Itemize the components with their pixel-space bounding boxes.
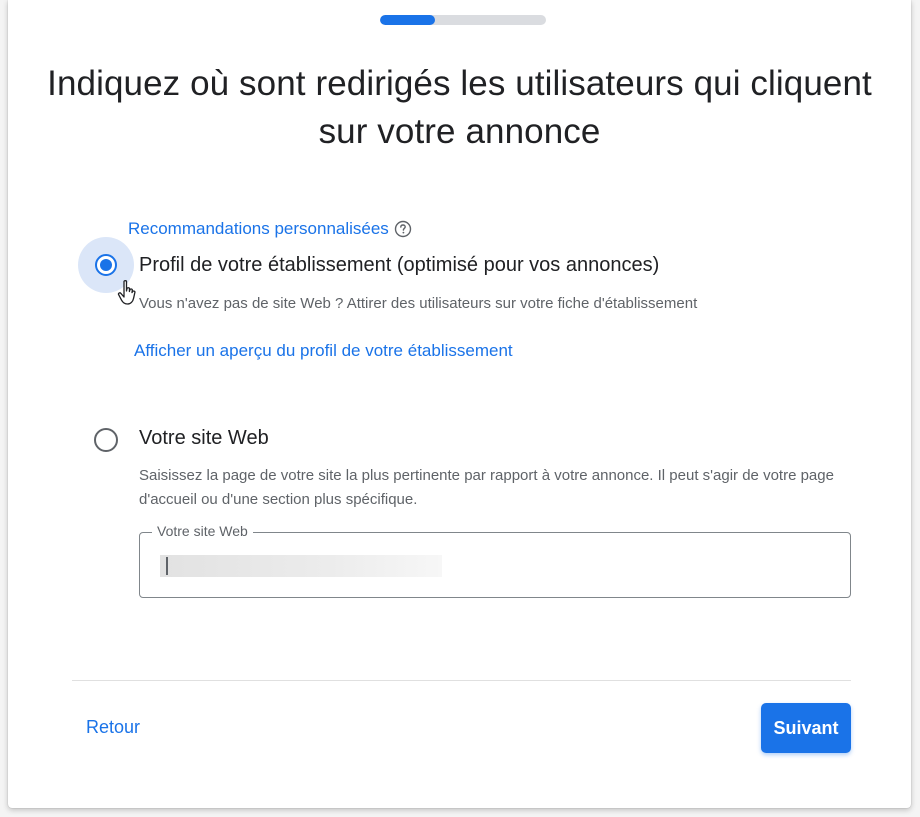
option-website-description: Saisissez la page de votre site la plus … xyxy=(139,467,834,508)
recommendation-text: Recommandations personnalisées xyxy=(128,219,389,238)
website-field[interactable]: Votre site Web xyxy=(139,523,851,598)
radio-business-profile[interactable] xyxy=(95,254,117,276)
option-business-profile-description: Vous n'avez pas de site Web ? Attirer de… xyxy=(139,295,698,312)
radio-website[interactable] xyxy=(94,428,118,452)
help-circle-icon[interactable] xyxy=(394,220,412,238)
website-input[interactable] xyxy=(160,555,442,577)
website-field-label: Votre site Web xyxy=(152,523,253,539)
recommendation-label: Recommandations personnalisées xyxy=(128,219,412,239)
footer-divider xyxy=(72,680,851,681)
next-button[interactable]: Suivant xyxy=(761,703,851,753)
progress-bar xyxy=(380,15,546,25)
page-title: Indiquez où sont redirigés les utilisate… xyxy=(47,64,872,151)
option-website-label[interactable]: Votre site Web xyxy=(139,427,269,450)
wizard-card: Indiquez où sont redirigés les utilisate… xyxy=(8,0,911,808)
back-button[interactable]: Retour xyxy=(86,717,140,738)
preview-business-profile-link[interactable]: Afficher un aperçu du profil de votre ét… xyxy=(134,341,513,361)
pointer-hand-icon xyxy=(117,280,136,305)
text-caret xyxy=(166,557,168,575)
option-business-profile-label[interactable]: Profil de votre établissement (optimisé … xyxy=(139,254,659,277)
progress-bar-fill xyxy=(380,15,435,25)
